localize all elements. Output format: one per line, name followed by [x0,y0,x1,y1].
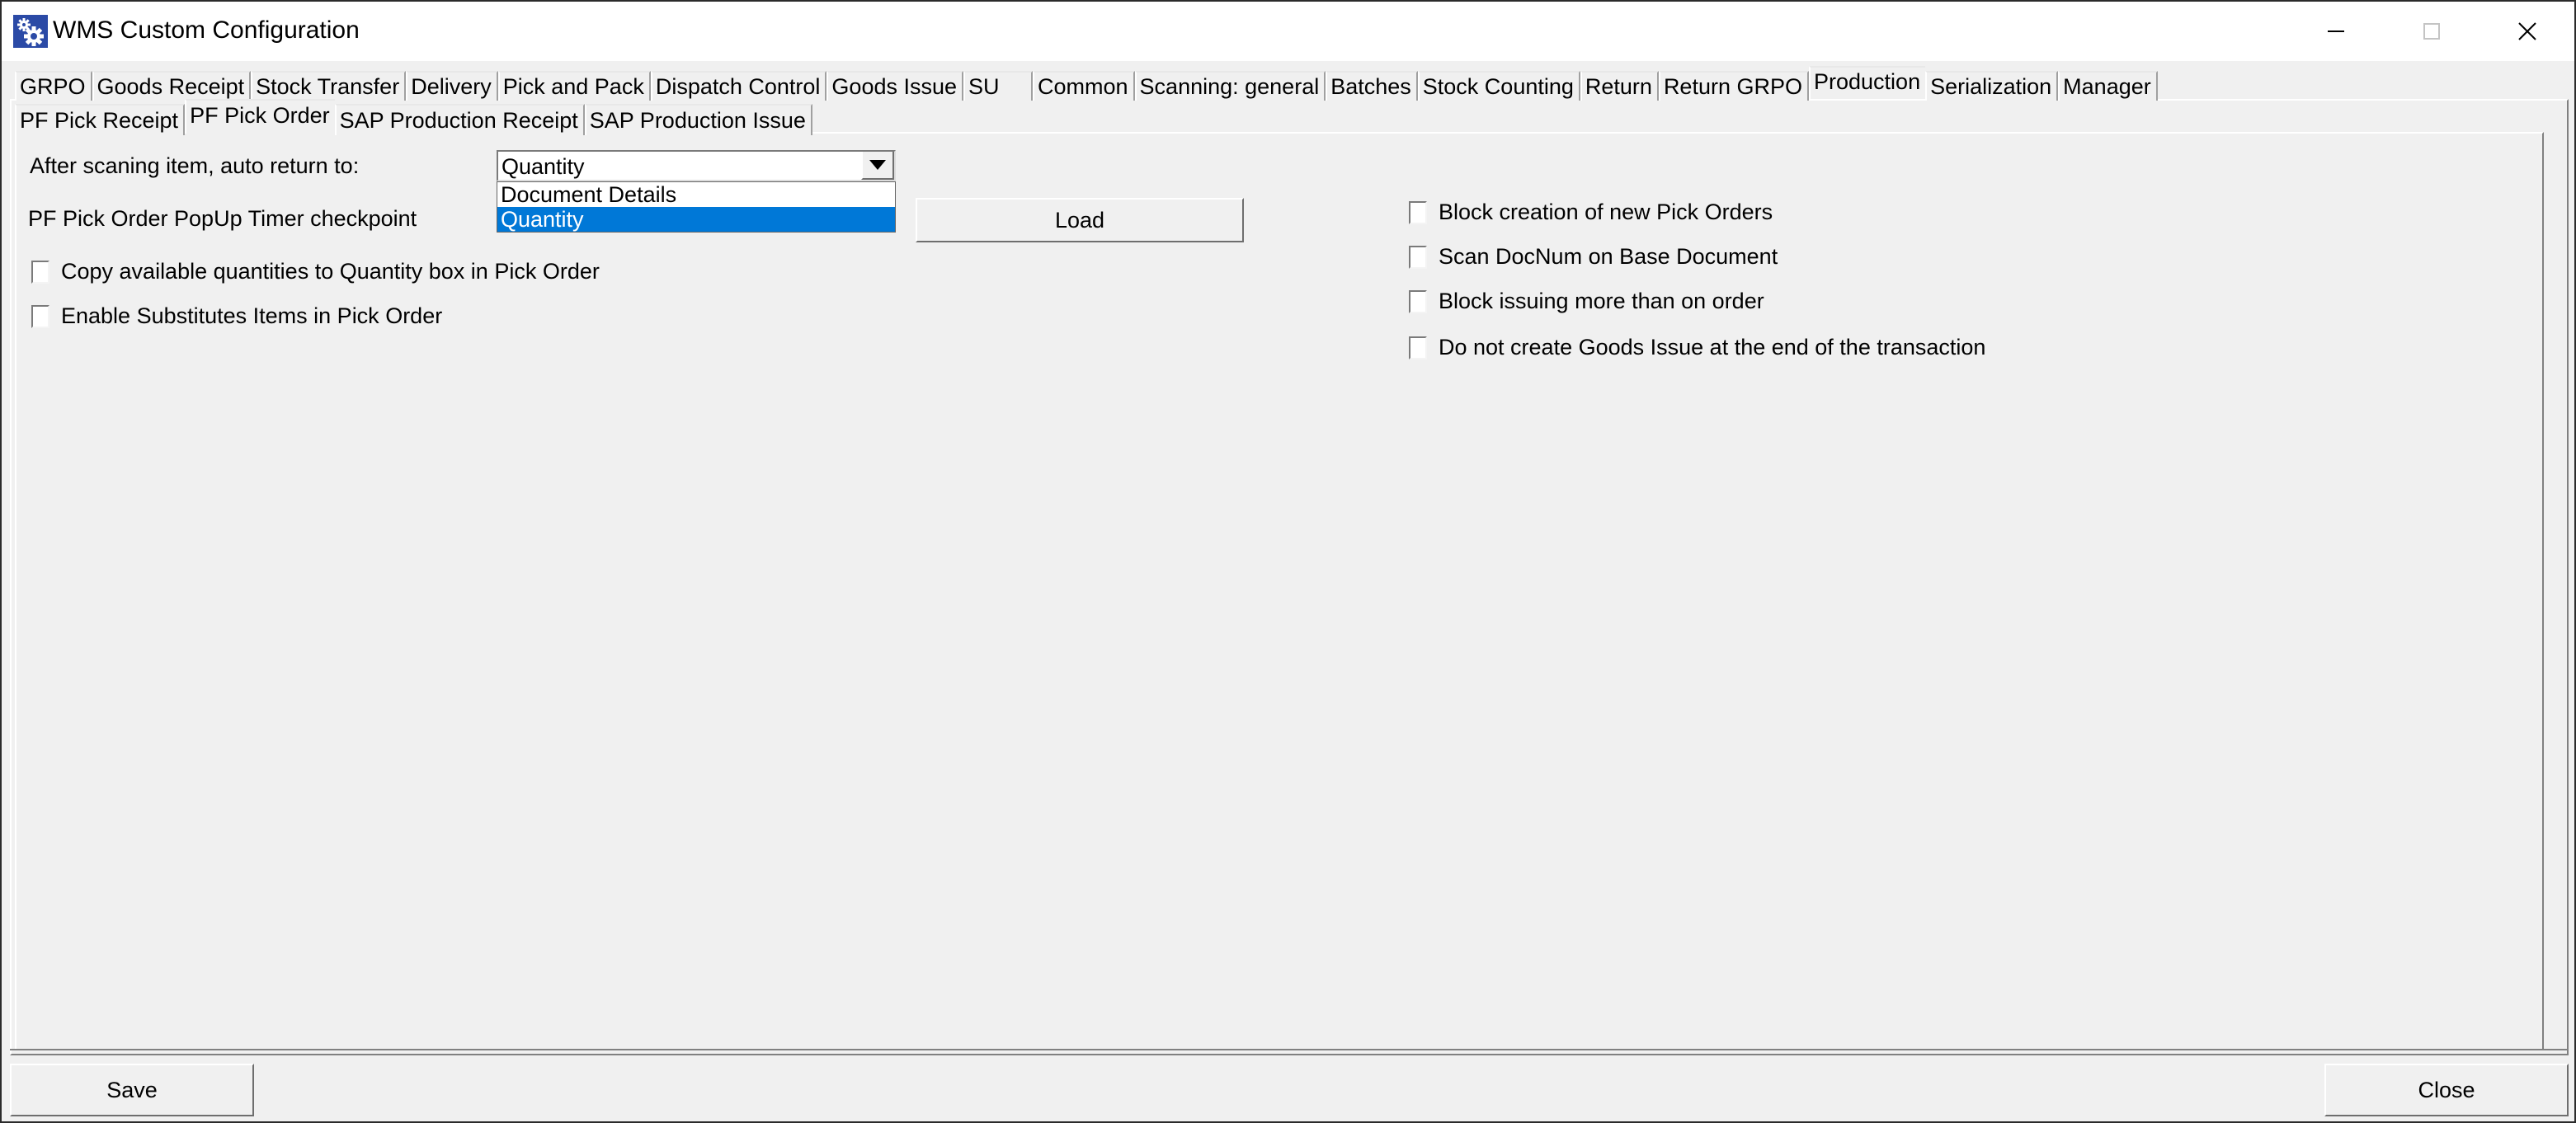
tab-pick-and-pack[interactable]: Pick and Pack [497,71,651,101]
maximize-icon [2423,23,2440,40]
tab-batches[interactable]: Batches [1326,71,1418,101]
tab-dispatch-control[interactable]: Dispatch Control [650,71,827,101]
close-button[interactable]: Close [2324,1064,2569,1116]
checkbox-box[interactable] [1409,336,1427,359]
production-sub-tab-strip: PF Pick Receipt PF Pick Order SAP Produc… [15,99,812,135]
close-window-button[interactable] [2479,2,2575,61]
dropdown-option-document-details[interactable]: Document Details [497,182,895,207]
checkbox-box[interactable] [1409,200,1427,224]
checkbox-label: Do not create Goods Issue at the end of … [1439,335,1986,359]
save-button[interactable]: Save [10,1064,254,1116]
dropdown-option-quantity[interactable]: Quantity [497,207,895,232]
dropdown-button[interactable] [861,152,894,180]
minimize-button[interactable] [2288,2,2384,61]
load-button[interactable]: Load [916,198,1244,242]
main-tab-strip: GRPO Goods Receipt Stock Transfer Delive… [15,66,2158,101]
tab-delivery[interactable]: Delivery [406,71,498,101]
enable-substitutes-checkbox[interactable]: Enable Substitutes Items in Pick Order [31,303,442,329]
checkbox-label: Block issuing more than on order [1439,289,1764,313]
gears-icon [13,15,48,48]
checkbox-box[interactable] [1409,289,1427,313]
tab-scanning-general[interactable]: Scanning: general [1134,71,1326,101]
block-new-pick-orders-checkbox[interactable]: Block creation of new Pick Orders [1409,200,1773,225]
tab-pf-pick-order[interactable]: PF Pick Order [185,99,335,134]
tab-common[interactable]: Common [1033,71,1135,101]
title-bar: WMS Custom Configuration [2,2,2574,61]
tab-sap-production-issue[interactable]: SAP Production Issue [584,104,812,135]
tab-serialization[interactable]: Serialization [1925,71,2059,101]
chevron-down-icon [869,160,886,170]
block-issuing-more-checkbox[interactable]: Block issuing more than on order [1409,289,1764,314]
tab-goods-issue[interactable]: Goods Issue [826,71,964,101]
tab-stock-counting[interactable]: Stock Counting [1417,71,1580,101]
maximize-button[interactable] [2384,2,2479,61]
auto-return-dropdown-list: Document Details Quantity [497,181,896,233]
tab-sap-production-receipt[interactable]: SAP Production Receipt [334,104,585,135]
copy-quantities-checkbox[interactable]: Copy available quantities to Quantity bo… [31,259,600,284]
tab-goods-receipt[interactable]: Goods Receipt [92,71,252,101]
tab-production[interactable]: Production [1809,66,1926,99]
auto-return-label: After scaning item, auto return to: [30,153,360,178]
tab-return-grpo[interactable]: Return GRPO [1658,71,1809,101]
checkbox-label: Scan DocNum on Base Document [1439,244,1778,269]
timer-checkpoint-label: PF Pick Order PopUp Timer checkpoint [28,206,417,231]
checkbox-box[interactable] [31,304,49,328]
close-icon [2518,22,2536,40]
wms-config-window: WMS Custom Configuration GRPO Goods Rece… [0,0,2576,1123]
tab-return[interactable]: Return [1580,71,1659,101]
scan-docnum-checkbox[interactable]: Scan DocNum on Base Document [1409,244,1778,270]
tab-grpo[interactable]: GRPO [15,71,92,101]
checkbox-box[interactable] [1409,245,1427,269]
tab-pf-pick-receipt[interactable]: PF Pick Receipt [15,104,186,135]
checkbox-label: Block creation of new Pick Orders [1439,200,1773,224]
bottom-separator [10,1049,2569,1050]
checkbox-label: Copy available quantities to Quantity bo… [61,259,600,284]
auto-return-combobox[interactable]: Quantity [497,150,896,181]
tab-su[interactable]: SU [963,71,1034,101]
minimize-icon [2328,31,2344,32]
no-goods-issue-checkbox[interactable]: Do not create Goods Issue at the end of … [1409,335,1985,360]
checkbox-box[interactable] [31,260,49,284]
tab-manager[interactable]: Manager [2058,71,2158,101]
window-title: WMS Custom Configuration [53,16,360,44]
tab-stock-transfer[interactable]: Stock Transfer [251,71,407,101]
checkbox-label: Enable Substitutes Items in Pick Order [61,303,443,328]
auto-return-value: Quantity [502,154,585,179]
